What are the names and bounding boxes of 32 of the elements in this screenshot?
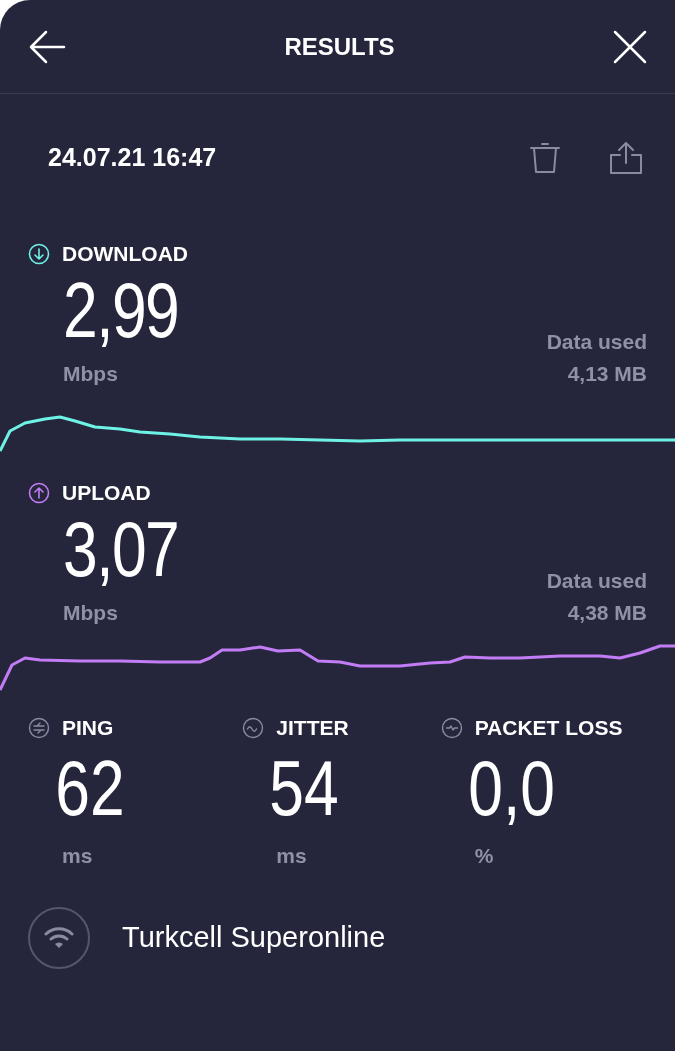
exchange-arrows-icon: [28, 716, 50, 739]
metric-unit: ms: [275, 842, 308, 869]
provider-name: Turkcell Superonline: [122, 920, 386, 956]
speed-value: 3,07: [63, 508, 179, 589]
share-button[interactable]: [609, 141, 643, 175]
metric-unit: ms: [61, 842, 94, 869]
result-date: 24.07.21 16:47: [48, 142, 217, 174]
data-used-value: 4,13 MB: [567, 360, 647, 387]
metric-label: PING: [62, 715, 114, 741]
share-icon: [609, 141, 643, 175]
data-used-label: Data used: [546, 568, 647, 594]
metric-value: 62: [54, 747, 126, 828]
data-used-label: Data used: [546, 329, 647, 355]
pulse-icon: [440, 716, 463, 739]
data-used-value: 4,38 MB: [567, 599, 647, 626]
wave-icon: [242, 716, 265, 739]
window-title: RESULTS: [284, 31, 395, 62]
metric-label: JITTER: [276, 715, 349, 741]
speed-unit: Mbps: [63, 599, 119, 626]
wifi-icon: [44, 927, 74, 949]
speed-value: 2,99: [63, 269, 179, 350]
metric-label: PACKET LOSS: [474, 715, 623, 741]
metric-unit: %: [473, 842, 495, 869]
test-label: DOWNLOAD: [62, 241, 188, 267]
metric-value: 54: [268, 747, 340, 828]
speed-unit: Mbps: [63, 360, 119, 387]
metric-value: 0,0: [466, 747, 556, 828]
test-label: UPLOAD: [62, 480, 151, 506]
delete-button[interactable]: [529, 142, 561, 174]
close-icon: [613, 29, 647, 64]
trash-icon: [529, 142, 561, 174]
back-arrow-icon: [28, 28, 66, 65]
